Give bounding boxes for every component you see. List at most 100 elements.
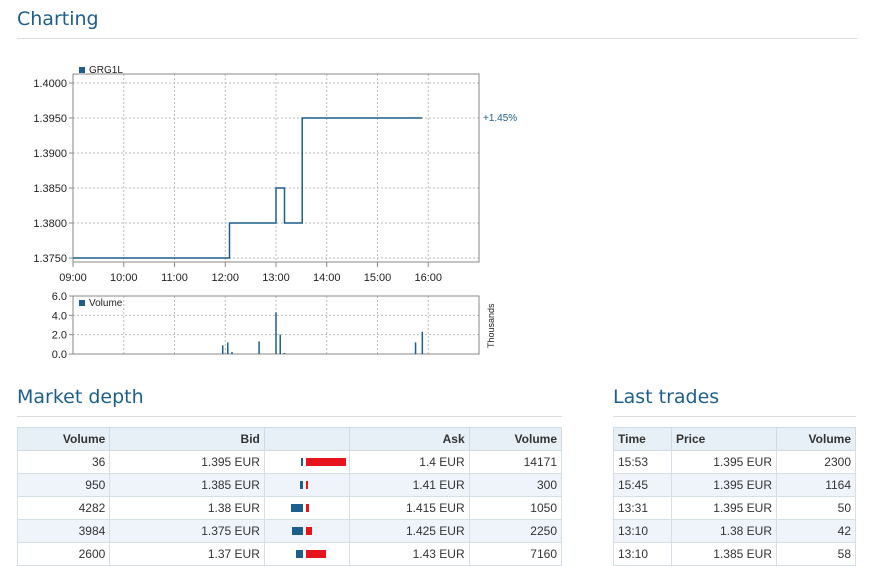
price-x-tick-label: 13:00 [262,272,290,284]
volume-y-tick-label: 2.0 [52,330,67,342]
trade-time-cell: 15:45 [613,473,672,497]
trade-price-cell: 1.385 EUR [671,542,777,566]
volume-bar [279,334,281,354]
column-header-ask-volume: Volume [468,427,563,451]
volume-bar [275,312,277,354]
volume-bars [221,312,424,354]
ask-volume-cell: 300 [468,473,563,497]
bid-price-cell: 1.375 EUR [109,519,265,543]
trade-time-cell: 15:53 [613,450,672,474]
table-row[interactable]: 950 1.385 EUR 1.41 EUR 300 [16,473,563,497]
last-trades-header-row: Time Price Volume [613,427,856,451]
price-y-axis: 1.3750 1.3800 1.3850 1.3900 1.3950 1.4000 [33,78,73,265]
bid-volume-cell: 4282 [16,496,111,520]
market-depth-divider [17,416,562,417]
ask-volume-cell: 7160 [468,542,563,566]
bid-depth-bar [295,550,303,558]
trade-volume-cell: 1164 [776,473,856,497]
trade-volume-cell: 50 [776,496,856,520]
ask-depth-bar [305,527,313,535]
ask-depth-bar [305,481,308,489]
table-row[interactable]: 36 1.395 EUR 1.4 EUR 14171 [16,450,563,474]
ask-depth-bar [305,458,346,466]
price-legend-swatch [79,67,85,73]
table-row[interactable]: 15:53 1.395 EUR 2300 [613,450,856,474]
table-row[interactable]: 13:10 1.38 EUR 42 [613,519,856,543]
trade-time-cell: 13:10 [613,519,672,543]
bid-depth-bar [290,504,303,512]
bid-volume-cell: 950 [16,473,111,497]
column-header-ask: Ask [349,427,470,451]
market-depth-table: Volume Bid Ask Volume 36 1.395 EUR 1.4 EUR… [16,427,563,566]
price-chart[interactable]: 1.3750 1.3800 1.3850 1.3900 1.3950 1.4000 09:… [0,0,560,370]
price-grid [72,74,479,262]
ask-volume-cell: 14171 [468,450,563,474]
volume-bar [283,353,286,354]
depth-bar-cell [263,542,351,566]
price-y-tick-label: 1.3800 [33,218,67,230]
table-row[interactable]: 2600 1.37 EUR 1.43 EUR 7160 [16,542,563,566]
market-depth-header-row: Volume Bid Ask Volume [16,427,563,451]
column-header-depth-bars [263,427,351,451]
trade-time-cell: 13:31 [613,496,672,520]
volume-bar [414,342,417,354]
ask-price-cell: 1.4 EUR [349,450,470,474]
market-depth-title: Market depth [17,386,144,408]
price-x-tick-label: 10:00 [110,272,138,284]
bid-volume-cell: 36 [16,450,111,474]
bid-price-cell: 1.38 EUR [109,496,265,520]
volume-y-axis: 0.0 2.0 4.0 6.0 [52,291,73,361]
price-y-tick-label: 1.3950 [33,113,67,125]
trade-price-cell: 1.395 EUR [671,450,777,474]
volume-bar [221,345,224,354]
bid-volume-cell: 2600 [16,542,111,566]
trade-volume-cell: 2300 [776,450,856,474]
column-header-bid: Bid [109,427,265,451]
table-row[interactable]: 4282 1.38 EUR 1.415 EUR 1050 [16,496,563,520]
volume-bar [231,352,233,354]
price-x-tick-label: 09:00 [59,272,87,284]
ask-price-cell: 1.425 EUR [349,519,470,543]
ask-volume-cell: 1050 [468,496,563,520]
bid-depth-bar [300,458,303,466]
depth-bar-cell [263,496,351,520]
volume-y-tick-label: 0.0 [52,349,67,361]
last-trades-table: Time Price Volume 15:53 1.395 EUR 2300 15:4… [613,427,856,566]
bid-depth-bar [291,527,303,535]
ask-depth-bar [305,550,326,558]
trade-time-cell: 13:10 [613,542,672,566]
table-row[interactable]: 13:10 1.385 EUR 58 [613,542,856,566]
bid-volume-cell: 3984 [16,519,111,543]
ask-price-cell: 1.415 EUR [349,496,470,520]
ask-volume-cell: 2250 [468,519,563,543]
price-y-tick-label: 1.3900 [33,148,67,160]
volume-y-tick-label: 4.0 [52,310,67,322]
trade-volume-cell: 58 [776,542,856,566]
volume-legend-swatch [79,300,85,306]
trade-price-cell: 1.395 EUR [671,496,777,520]
price-x-axis: 09:00 10:00 11:00 12:00 13:00 14:00 15:00 16:00 [59,262,442,284]
price-y-tick-label: 1.3750 [33,253,67,265]
column-header-trade-volume: Volume [776,427,856,451]
price-x-tick-label: 15:00 [364,272,392,284]
bid-price-cell: 1.395 EUR [109,450,265,474]
price-x-tick-label: 14:00 [313,272,341,284]
price-legend-label: GRG1L [89,65,123,76]
volume-legend-label: Volume [89,298,123,309]
volume-bar [258,341,260,354]
column-header-time: Time [613,427,672,451]
trade-price-cell: 1.395 EUR [671,473,777,497]
trade-price-cell: 1.38 EUR [671,519,777,543]
table-row[interactable]: 3984 1.375 EUR 1.425 EUR 2250 [16,519,563,543]
table-row[interactable]: 13:31 1.395 EUR 50 [613,496,856,520]
price-x-tick-label: 11:00 [161,272,188,284]
ask-price-cell: 1.41 EUR [349,473,470,497]
price-x-tick-label: 16:00 [414,272,442,284]
depth-bar-cell [263,519,351,543]
price-y-tick-label: 1.4000 [33,78,67,90]
price-x-tick-label: 12:00 [211,272,239,284]
bid-depth-bar [300,481,303,489]
column-header-bid-volume: Volume [16,427,111,451]
last-trades-divider [613,416,856,417]
table-row[interactable]: 15:45 1.395 EUR 1164 [613,473,856,497]
